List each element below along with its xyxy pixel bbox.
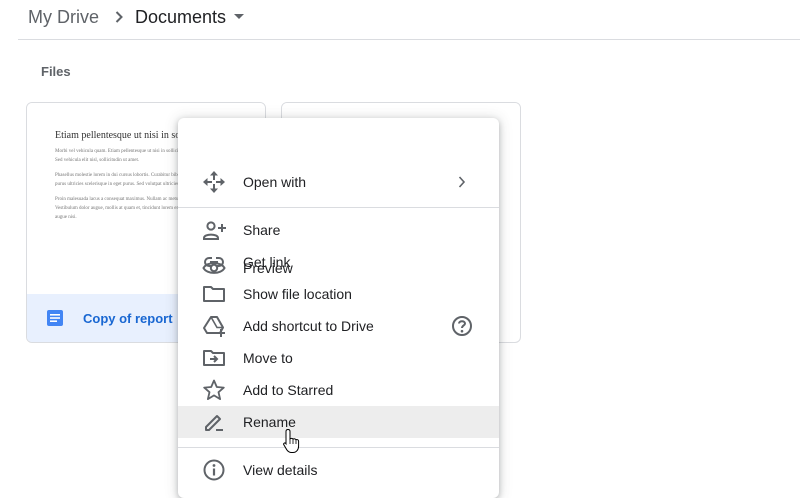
file-name: Copy of report: [83, 310, 173, 326]
menu-item-view-details[interactable]: View details: [178, 454, 499, 486]
header-divider: [18, 39, 800, 40]
menu-item-label: Share: [243, 222, 281, 238]
caret-down-icon[interactable]: [234, 14, 245, 20]
star-icon: [202, 378, 226, 402]
link-icon: [202, 250, 226, 274]
section-title-files: Files: [41, 64, 71, 79]
breadcrumb: My Drive Documents: [28, 4, 245, 30]
menu-item-move-to[interactable]: Move to: [178, 342, 499, 374]
menu-divider: [178, 447, 499, 448]
context-menu: Preview Open with Share Get link Show fi…: [178, 118, 499, 498]
chevron-right-icon: [451, 171, 473, 193]
menu-item-label: Show file location: [243, 286, 352, 302]
menu-item-label: Add shortcut to Drive: [243, 318, 374, 334]
google-docs-icon: [46, 309, 64, 327]
hand-pointer-cursor-icon: [282, 428, 302, 459]
folder-icon: [202, 282, 226, 306]
menu-divider: [178, 207, 499, 208]
menu-item-label: View details: [243, 462, 318, 478]
menu-item-label: Open with: [243, 174, 307, 190]
menu-item-rename[interactable]: Rename: [178, 406, 499, 438]
person-add-icon: [202, 218, 226, 242]
breadcrumb-my-drive[interactable]: My Drive: [28, 7, 99, 28]
menu-item-show-file-location[interactable]: Show file location: [178, 278, 499, 310]
menu-item-share[interactable]: Share: [178, 214, 499, 246]
menu-item-add-shortcut-to-drive[interactable]: Add shortcut to Drive: [178, 310, 499, 342]
help-icon[interactable]: [451, 315, 473, 337]
menu-item-label: Add to Starred: [243, 382, 334, 398]
breadcrumb-documents[interactable]: Documents: [135, 7, 226, 28]
info-icon: [202, 458, 226, 482]
chevron-right-icon: [115, 11, 123, 23]
folder-move-icon: [202, 346, 226, 370]
menu-item-open-with[interactable]: Open with: [178, 166, 499, 198]
menu-item-label: Get link: [243, 254, 291, 270]
pencil-icon: [202, 410, 226, 434]
move-arrows-icon: [202, 170, 226, 194]
menu-item-get-link[interactable]: Get link: [178, 246, 499, 278]
menu-item-label: Move to: [243, 350, 293, 366]
drive-shortcut-icon: [202, 314, 226, 338]
menu-item-add-to-starred[interactable]: Add to Starred: [178, 374, 499, 406]
